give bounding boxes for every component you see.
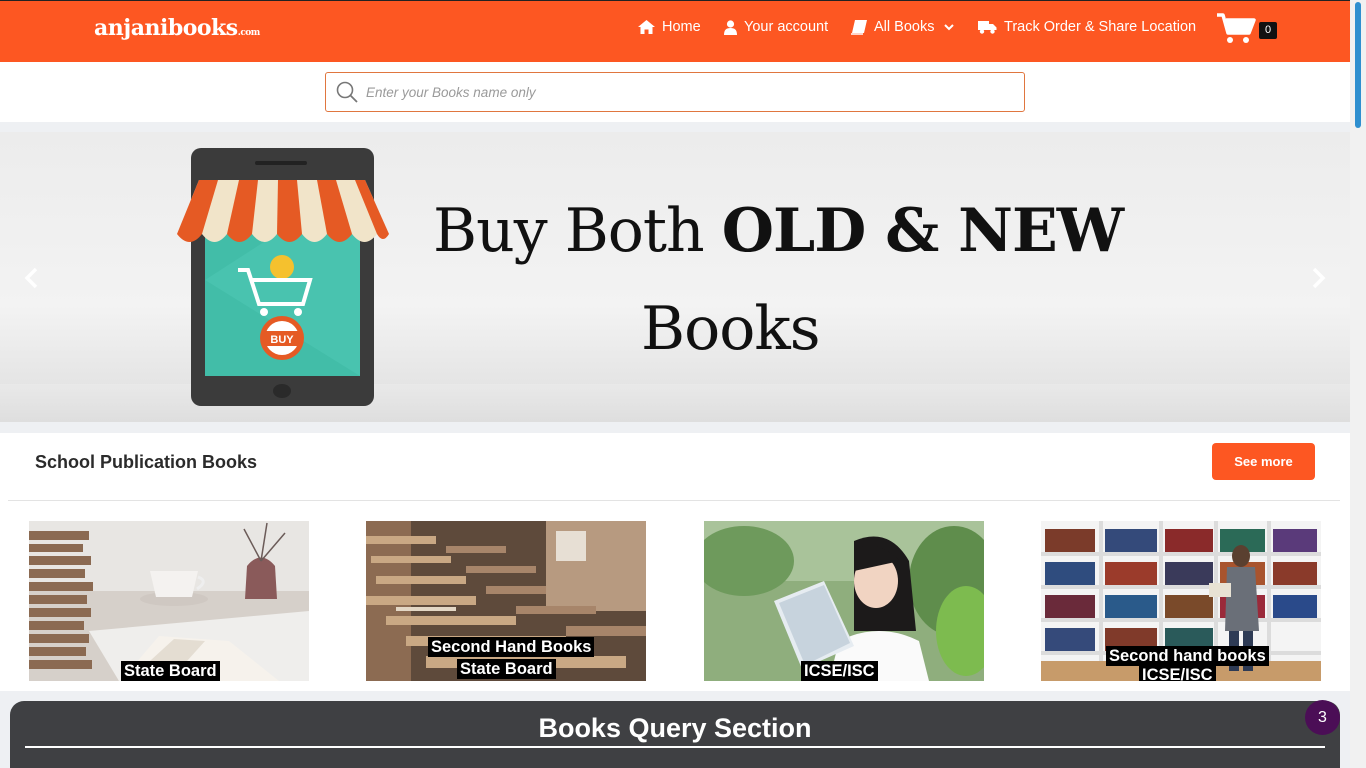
- home-icon: [638, 20, 655, 34]
- nav-track-label: Track Order & Share Location: [1004, 19, 1197, 35]
- search-box[interactable]: [325, 72, 1025, 112]
- carousel-next-arrow-icon[interactable]: [1309, 265, 1329, 291]
- card-image-girl-reading: [704, 521, 984, 681]
- card-label-line1: Second hand books: [1106, 646, 1269, 666]
- buy-sign-text: BUY: [270, 334, 294, 346]
- card-image-book-stacks: [366, 521, 646, 681]
- chevron-down-icon: [944, 24, 955, 31]
- banner-headline-regular: Buy Both: [433, 196, 722, 266]
- shop-tablet-illustration: BUY: [177, 148, 389, 406]
- card-label-line1: State Board: [121, 661, 220, 681]
- nav-account[interactable]: Your account: [724, 15, 828, 39]
- nav-all-books-label: All Books: [874, 19, 935, 35]
- card-label-line2: State Board: [457, 659, 556, 679]
- scrollbar-thumb[interactable]: [1355, 2, 1361, 128]
- logo-suffix: .com: [237, 28, 261, 38]
- category-card-state-board[interactable]: State Board: [29, 521, 309, 681]
- banner-headline-line1: Buy Both OLD & NEW: [433, 196, 1124, 266]
- school-publication-section: School Publication Books See more State …: [0, 433, 1350, 691]
- category-card-second-hand-state-board[interactable]: Second Hand Books State Board: [366, 521, 646, 681]
- books-query-section: Books Query Section: [10, 701, 1340, 768]
- truck-icon: [978, 21, 997, 34]
- hero-carousel[interactable]: BUY Buy Both OLD & NEW Books: [0, 132, 1350, 422]
- cart-count-badge: 0: [1259, 22, 1277, 39]
- nav-track-order[interactable]: Track Order & Share Location: [978, 15, 1196, 39]
- user-icon: [724, 19, 737, 35]
- cart-icon: [1217, 13, 1256, 43]
- section-divider: [8, 500, 1340, 501]
- query-title-underline: [25, 746, 1325, 748]
- carousel-prev-arrow-icon[interactable]: [21, 265, 41, 291]
- card-label-line1: ICSE/ISC: [801, 661, 878, 681]
- query-section-title: Books Query Section: [538, 713, 812, 743]
- search-input[interactable]: [366, 84, 986, 100]
- cart-button[interactable]: [1216, 12, 1256, 44]
- section-title: School Publication Books: [35, 452, 258, 472]
- search-icon: [336, 81, 358, 103]
- site-logo[interactable]: anjanibooks.com: [94, 15, 260, 41]
- card-label-line1: Second Hand Books: [428, 637, 595, 657]
- banner-headline-line2: Books: [641, 294, 820, 364]
- notification-badge[interactable]: 3: [1305, 700, 1340, 735]
- banner-headline-bold: OLD & NEW: [721, 196, 1124, 266]
- logo-text: anjanibooks: [94, 15, 238, 41]
- page-scrollbar[interactable]: [1350, 0, 1366, 768]
- see-more-button[interactable]: See more: [1212, 443, 1315, 480]
- card-image-tea-books: [29, 521, 309, 681]
- nav-home-label: Home: [662, 19, 701, 35]
- category-card-second-hand-icse-isc[interactable]: Second hand books ICSE/ISC: [1041, 521, 1321, 681]
- search-band: [0, 62, 1350, 122]
- nav-all-books[interactable]: All Books: [851, 15, 955, 39]
- nav-account-label: Your account: [744, 19, 829, 35]
- category-card-icse-isc[interactable]: ICSE/ISC: [704, 521, 984, 681]
- card-label-line2: ICSE/ISC: [1139, 665, 1216, 681]
- book-icon: [851, 19, 867, 35]
- top-navbar: anjanibooks.com Home Your account All Bo…: [0, 0, 1350, 62]
- nav-home[interactable]: Home: [638, 15, 701, 39]
